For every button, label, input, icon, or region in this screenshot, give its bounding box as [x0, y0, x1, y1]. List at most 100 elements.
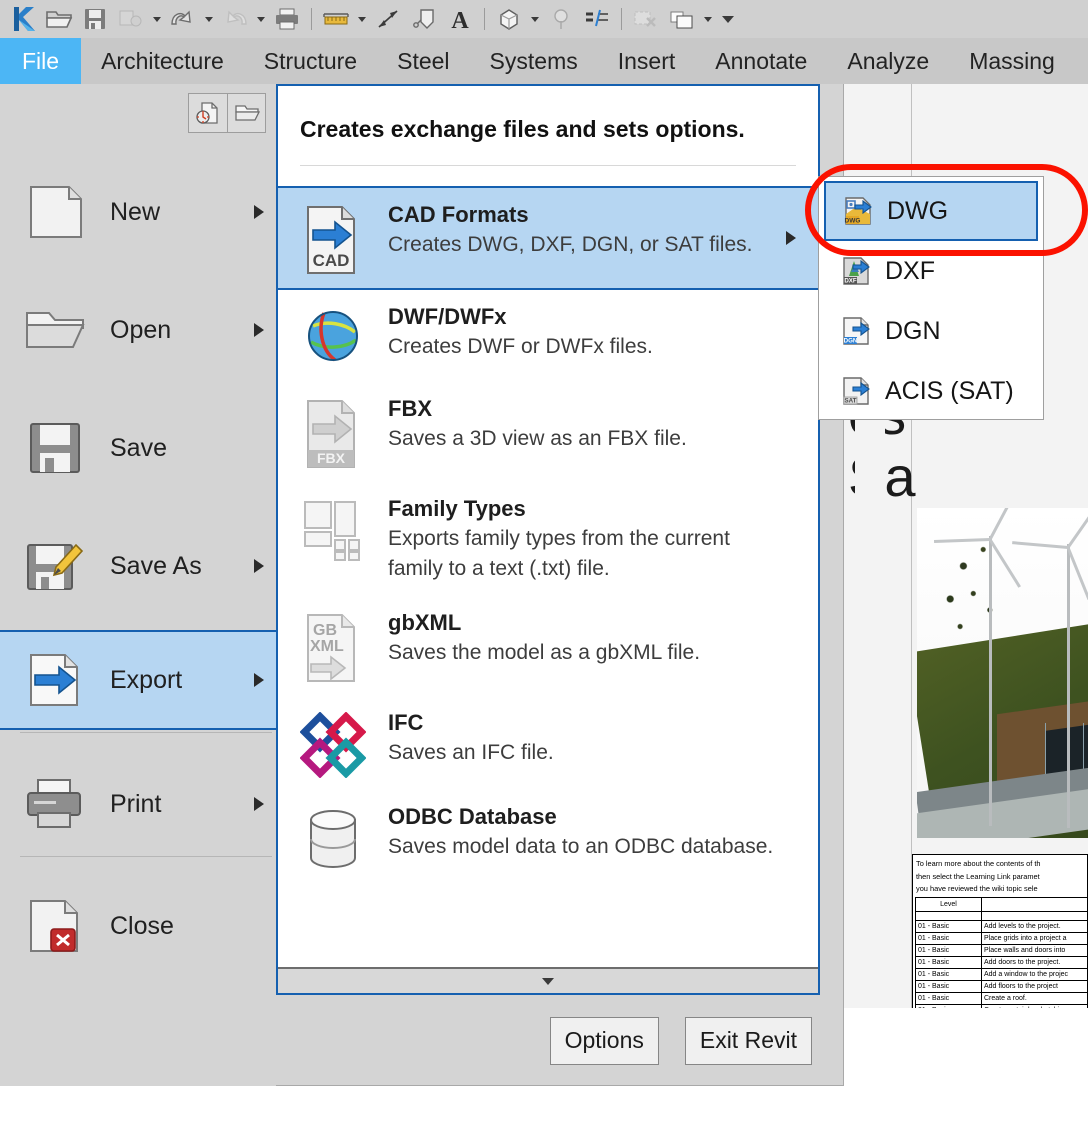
menu-item-print[interactable]: Print [0, 754, 276, 854]
application-menu-footer: Options Exit Revit [276, 995, 844, 1086]
tab-architecture[interactable]: Architecture [81, 38, 244, 84]
thin-lines-icon[interactable] [580, 3, 614, 35]
flyout-item-dgn[interactable]: DGN DGN [819, 301, 1043, 361]
export-item-gbxml-desc: Saves the model as a gbXML file. [388, 641, 701, 664]
tag-icon[interactable] [407, 3, 441, 35]
svg-text:XML: XML [310, 638, 344, 655]
wiki-cell-task: Add floors to the project [981, 979, 1087, 993]
tab-analyze[interactable]: Analyze [827, 38, 949, 84]
export-item-family-types[interactable]: Family Types Exports family types from t… [278, 482, 818, 596]
chevron-down-icon-2[interactable] [202, 3, 216, 35]
export-item-family-types-desc: Exports family types from the current fa… [388, 527, 730, 580]
chevron-down-icon[interactable] [150, 3, 164, 35]
text-icon[interactable]: A [443, 3, 477, 35]
export-item-fbx[interactable]: FBX FBX Saves a 3D view as an FBX file. [278, 382, 818, 482]
wiki-cell-task: Add a window to the projec [981, 967, 1087, 981]
svg-text:CAD: CAD [313, 251, 350, 270]
chevron-down-icon-panel [542, 977, 554, 985]
dgn-export-icon: DGN [841, 316, 871, 346]
aligned-dimension-icon[interactable] [371, 3, 405, 35]
wiki-cell-level: 01 - Basic [915, 991, 982, 1005]
tab-file[interactable]: File [0, 38, 82, 84]
gbxml-file-icon: GB XML [278, 608, 388, 684]
wiki-cell-level: 01 - Basic [915, 979, 982, 993]
export-item-cad-formats-desc: Creates DWG, DXF, DGN, or SAT files. [388, 233, 753, 256]
measure-icon[interactable] [319, 3, 353, 35]
tab-annotate[interactable]: Annotate [695, 38, 827, 84]
chevron-down-icon-4[interactable] [355, 3, 369, 35]
sync-with-central-icon[interactable] [114, 3, 148, 35]
menu-item-save[interactable]: Save [0, 398, 276, 498]
chevron-right-icon-open [242, 323, 276, 337]
wiki-table-header-row: Level [915, 896, 1087, 912]
tab-massing[interactable]: Massing [949, 38, 1075, 84]
export-item-cad-formats-name: CAD Formats [388, 202, 529, 227]
export-item-dwf-desc: Creates DWF or DWFx files. [388, 335, 653, 358]
options-button[interactable]: Options [549, 1016, 659, 1065]
wiki-intro-line2: then select the Learning Link paramet [916, 871, 1040, 881]
tab-steel[interactable]: Steel [377, 38, 469, 84]
menu-item-export[interactable]: Export [0, 630, 276, 730]
red-highlight-ellipse [805, 164, 1088, 256]
application-menu-left-column: New Open Save Save As Export Print Close [0, 84, 276, 1086]
recent-documents-button[interactable] [189, 94, 227, 132]
export-item-odbc-text: ODBC Database Saves model data to an ODB… [388, 802, 818, 862]
section-icon[interactable] [544, 3, 578, 35]
undo-icon[interactable] [166, 3, 200, 35]
save-icon[interactable] [78, 3, 112, 35]
menu-item-close[interactable]: Close [0, 876, 276, 976]
panel-title: Creates exchange files and sets options. [300, 116, 745, 142]
menu-item-save-as[interactable]: Save As [0, 516, 276, 616]
wiki-header-level: Level [915, 896, 982, 912]
wiki-cell-level: 01 - Basic [915, 955, 982, 969]
open-folder-icon [0, 303, 110, 357]
wiki-table-row: 01 - Basic Add a window to the projec [915, 967, 1087, 981]
export-item-ifc-desc: Saves an IFC file. [388, 741, 554, 764]
close-hidden-windows-icon[interactable] [629, 3, 663, 35]
export-options-panel: Creates exchange files and sets options.… [276, 84, 820, 995]
chevron-down-icon-3[interactable] [254, 3, 268, 35]
export-item-dwf[interactable]: DWF/DWFx Creates DWF or DWFx files. [278, 290, 818, 382]
tab-systems[interactable]: Systems [470, 38, 598, 84]
open-documents-button[interactable] [227, 94, 265, 132]
ribbon-tab-bar: File Architecture Structure Steel System… [0, 38, 1088, 84]
export-item-ifc[interactable]: IFC Saves an IFC file. [278, 696, 818, 790]
menu-item-open[interactable]: Open [0, 280, 276, 380]
tab-structure[interactable]: Structure [244, 38, 377, 84]
new-document-icon [0, 183, 110, 241]
revit-logo-icon[interactable] [6, 3, 40, 35]
svg-text:DGN: DGN [844, 338, 858, 345]
chevron-right-icon-print [242, 797, 276, 811]
panel-scroll-down-button[interactable] [278, 967, 818, 993]
wiki-cell-task: Place grids into a project a [981, 931, 1087, 945]
menu-item-open-label: Open [110, 315, 172, 344]
print-icon[interactable] [270, 3, 304, 35]
switch-windows-icon[interactable] [665, 3, 699, 35]
sat-export-icon: SAT [841, 376, 871, 406]
export-item-odbc-name: ODBC Database [388, 804, 557, 829]
application-menu-right-column: Creates exchange files and sets options.… [276, 84, 844, 1086]
tab-insert[interactable]: Insert [598, 38, 696, 84]
chevron-down-icon-6[interactable] [701, 3, 715, 35]
open-icon[interactable] [42, 3, 76, 35]
wiki-cell-level: 01 - Basic [915, 967, 982, 981]
wind-turbine-mast-2 [1067, 544, 1070, 828]
export-item-cad-formats[interactable]: CAD CAD Formats Creates DWG, DXF, DGN, o… [278, 186, 818, 290]
floppy-disk-icon [0, 420, 110, 476]
thumbnail-tree [937, 533, 1003, 643]
wind-turbine-mast-1 [989, 536, 992, 826]
exit-revit-button[interactable]: Exit Revit [684, 1016, 812, 1065]
menu-item-new[interactable]: New [0, 162, 276, 262]
export-item-ifc-name: IFC [388, 710, 424, 735]
menu-separator-2 [20, 856, 272, 857]
menu-item-new-label: New [110, 197, 161, 226]
customize-qat-icon[interactable] [717, 3, 739, 35]
export-item-fbx-desc: Saves a 3D view as an FBX file. [388, 427, 687, 450]
flyout-item-acis-sat[interactable]: SAT ACIS (SAT) [819, 361, 1043, 421]
export-item-gbxml[interactable]: GB XML gbXML Saves the model as a gbXML … [278, 596, 818, 696]
export-item-odbc[interactable]: ODBC Database Saves model data to an ODB… [278, 790, 818, 884]
default-3d-view-icon[interactable] [492, 3, 526, 35]
redo-icon[interactable] [218, 3, 252, 35]
revit-application-window: es Sa To learn more about the [0, 0, 1088, 1138]
chevron-down-icon-5[interactable] [528, 3, 542, 35]
